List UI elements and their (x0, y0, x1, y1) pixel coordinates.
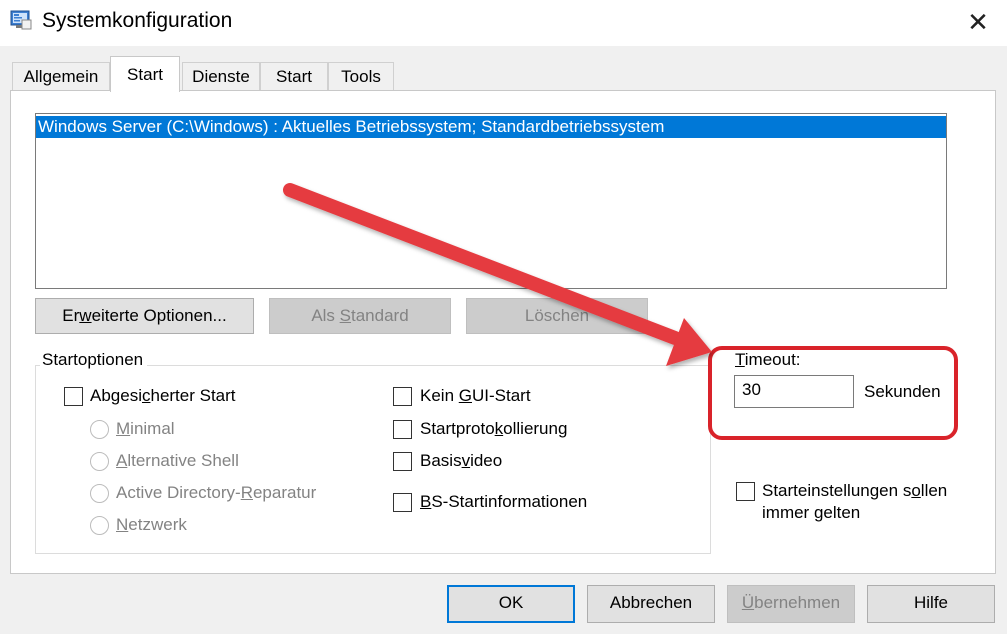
help-button[interactable]: Hilfe (867, 585, 995, 623)
base-video-label[interactable]: Basisvideo (420, 451, 502, 471)
minimal-radio[interactable] (90, 420, 109, 439)
make-permanent-label[interactable]: Starteinstellungen sollen immer gelten (762, 480, 947, 524)
annotation-highlight-box (708, 346, 958, 440)
set-default-button[interactable]: Als Standard (269, 298, 451, 334)
tab-tools[interactable]: Tools (328, 62, 394, 90)
no-gui-checkbox[interactable] (393, 387, 412, 406)
boot-log-label[interactable]: Startprotokollierung (420, 419, 567, 439)
delete-button[interactable]: Löschen (466, 298, 648, 334)
apply-button[interactable]: Übernehmen (727, 585, 855, 623)
safe-boot-checkbox[interactable] (64, 387, 83, 406)
make-permanent-checkbox[interactable] (736, 482, 755, 501)
advanced-options-button[interactable]: Erweiterte Optionen... (35, 298, 254, 334)
network-label[interactable]: Netzwerk (116, 515, 187, 535)
boot-entry-item[interactable]: Windows Server (C:\Windows) : Aktuelles … (36, 116, 946, 138)
no-gui-label[interactable]: Kein GUI-Start (420, 386, 531, 406)
tab-start-boot[interactable]: Start (110, 56, 180, 92)
alternative-shell-radio[interactable] (90, 452, 109, 471)
boot-log-checkbox[interactable] (393, 420, 412, 439)
os-boot-info-checkbox[interactable] (393, 493, 412, 512)
os-boot-info-label[interactable]: BS-Startinformationen (420, 492, 587, 512)
ad-repair-label[interactable]: Active Directory-Reparatur (116, 483, 316, 503)
close-icon[interactable]: ✕ (962, 6, 994, 38)
tab-dienste[interactable]: Dienste (182, 62, 260, 90)
ok-button[interactable]: OK (447, 585, 575, 623)
alternative-shell-label[interactable]: Alternative Shell (116, 451, 239, 471)
window-title: Systemkonfiguration (42, 9, 233, 32)
tab-allgemein[interactable]: Allgemein (12, 62, 110, 90)
base-video-checkbox[interactable] (393, 452, 412, 471)
tab-start[interactable]: Start (260, 62, 328, 90)
cancel-button[interactable]: Abbrechen (587, 585, 715, 623)
network-radio[interactable] (90, 516, 109, 535)
msconfig-icon (10, 10, 32, 30)
minimal-label[interactable]: Minimal (116, 419, 175, 439)
safe-boot-label[interactable]: Abgesicherter Start (90, 386, 236, 406)
ad-repair-radio[interactable] (90, 484, 109, 503)
boot-entries-listbox[interactable] (35, 113, 947, 289)
startoptions-label: Startoptionen (40, 350, 148, 370)
